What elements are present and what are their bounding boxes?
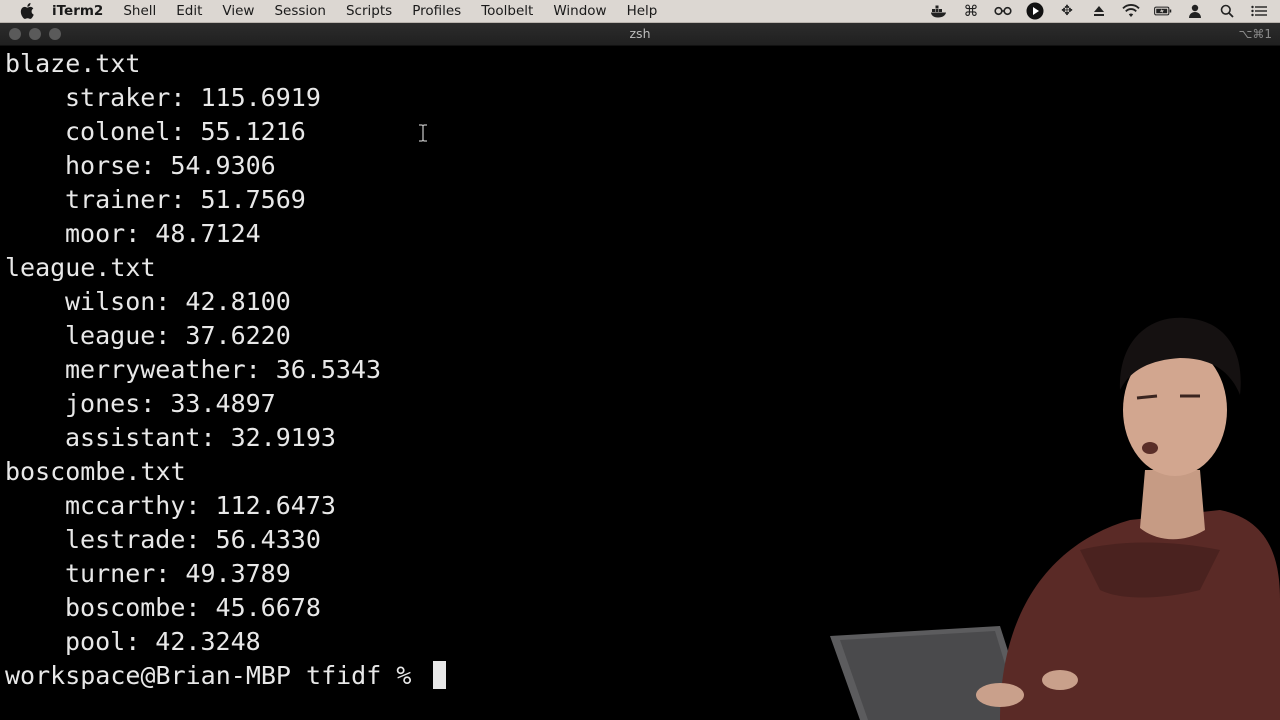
menu-bar: iTerm2 Shell Edit View Session Scripts P… [0, 0, 1280, 23]
menu-profiles[interactable]: Profiles [402, 0, 471, 22]
term-line: straker: 115.6919 [65, 83, 321, 112]
menu-toolbelt[interactable]: Toolbelt [471, 0, 543, 22]
battery-icon[interactable] [1154, 3, 1172, 19]
term-line: moor: 48.7124 [65, 219, 261, 248]
presenter-video [830, 317, 1280, 720]
term-line: jones: 33.4897 [65, 389, 276, 418]
play-icon[interactable] [1026, 2, 1044, 20]
term-line: league: 37.6220 [65, 321, 291, 350]
text-cursor [433, 661, 447, 689]
terminal-output[interactable]: blaze.txt straker: 115.6919 colonel: 55.… [0, 46, 1280, 720]
file-heading-league: league.txt [5, 253, 156, 282]
menu-view[interactable]: View [212, 0, 264, 22]
term-line: assistant: 32.9193 [65, 423, 336, 452]
term-line: lestrade: 56.4330 [65, 525, 321, 554]
apple-icon[interactable] [20, 3, 36, 19]
term-line: colonel: 55.1216 [65, 117, 306, 146]
prompt-line[interactable]: workspace@Brian-MBP tfidf % [5, 659, 447, 693]
ibeam-cursor-icon [419, 124, 427, 142]
wifi-icon[interactable] [1122, 3, 1140, 19]
menu-help[interactable]: Help [617, 0, 668, 22]
term-line: boscombe: 45.6678 [65, 593, 321, 622]
user-icon[interactable] [1186, 3, 1204, 19]
term-line: wilson: 42.8100 [65, 287, 291, 316]
file-heading-blaze: blaze.txt [5, 49, 141, 78]
term-line: merryweather: 36.5343 [65, 355, 382, 384]
term-line: mccarthy: 112.6473 [65, 491, 336, 520]
window-shortcut-label: ⌥⌘1 [1238, 27, 1272, 41]
menu-edit[interactable]: Edit [166, 0, 212, 22]
command-icon[interactable]: ⌘ [962, 2, 980, 20]
term-line: pool: 42.3248 [65, 627, 261, 656]
docker-icon[interactable] [930, 3, 948, 19]
menu-session[interactable]: Session [264, 0, 336, 22]
list-icon[interactable] [1250, 3, 1268, 19]
glasses-icon[interactable] [994, 3, 1012, 19]
status-area: ⌘ ✥ [930, 0, 1268, 22]
file-heading-boscombe: boscombe.txt [5, 457, 186, 486]
shell-prompt: workspace@Brian-MBP tfidf % [5, 661, 427, 690]
move-icon[interactable]: ✥ [1058, 3, 1076, 19]
term-line: trainer: 51.7569 [65, 185, 306, 214]
window-titlebar[interactable]: zsh ⌥⌘1 [0, 23, 1280, 46]
menu-shell[interactable]: Shell [113, 0, 166, 22]
search-icon[interactable] [1218, 3, 1236, 19]
eject-icon[interactable] [1090, 3, 1108, 19]
menu-app-name[interactable]: iTerm2 [50, 0, 113, 22]
window-title: zsh [629, 26, 651, 41]
term-line: horse: 54.9306 [65, 151, 276, 180]
menu-window[interactable]: Window [543, 0, 616, 22]
term-line: turner: 49.3789 [65, 559, 291, 588]
menu-scripts[interactable]: Scripts [336, 0, 402, 22]
